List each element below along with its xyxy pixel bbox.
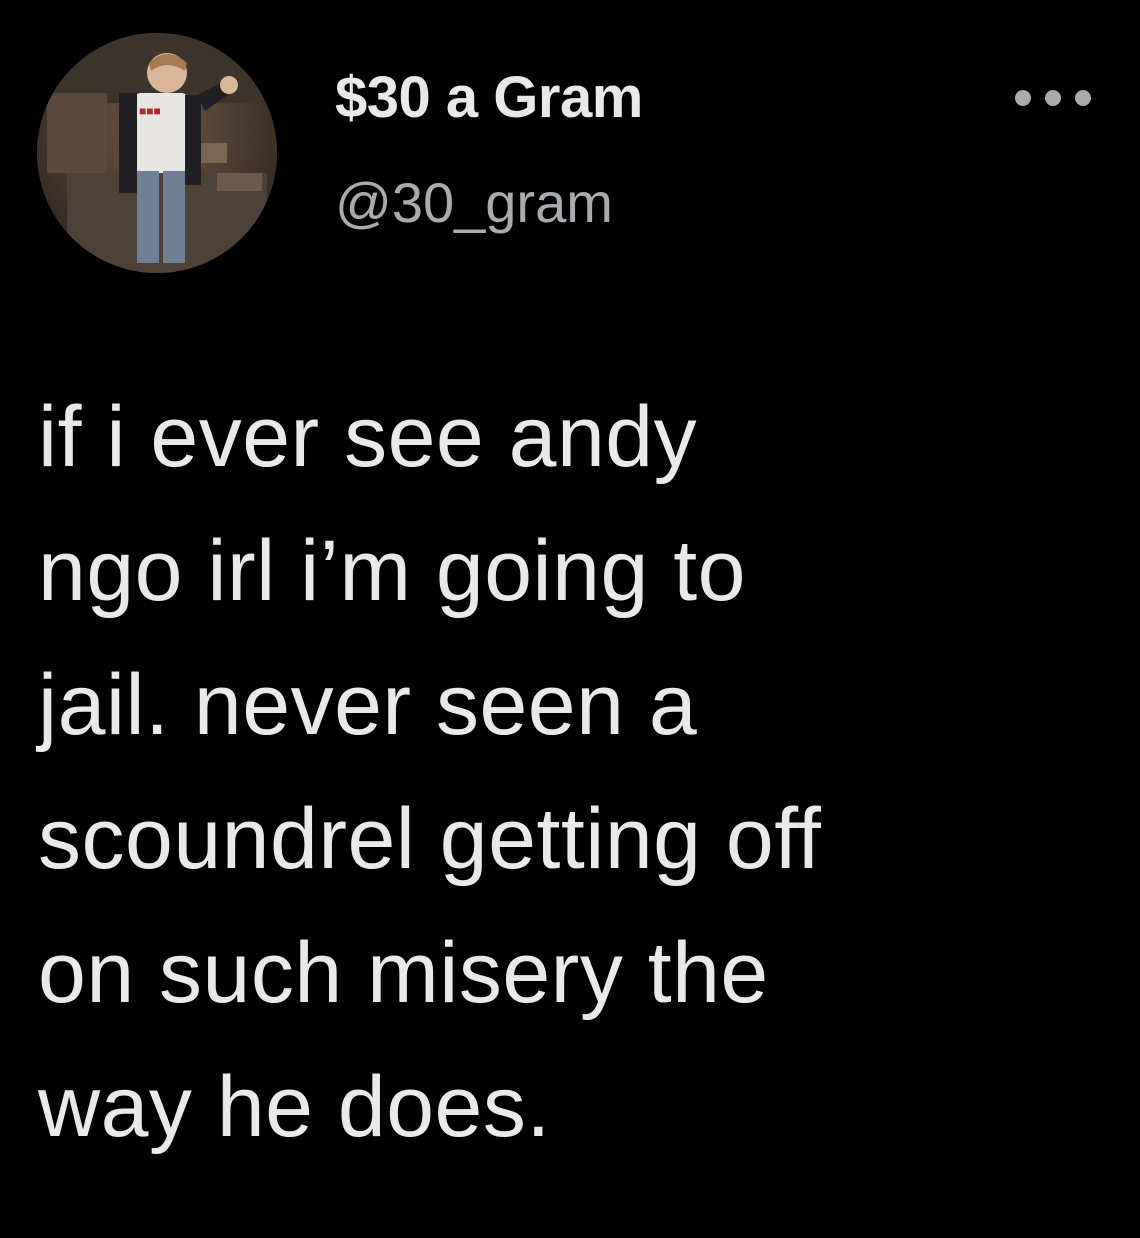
tweet-text-line: if i ever see andy — [38, 389, 698, 485]
tweet-text-line: scoundrel getting off — [38, 791, 822, 887]
avatar-photo: ■■■ — [37, 33, 277, 273]
svg-text:■■■: ■■■ — [139, 104, 161, 118]
avatar[interactable]: ■■■ — [37, 33, 277, 273]
tweet-text-line: way he does. — [38, 1059, 551, 1155]
tweet: ■■■ $30 a Gram @30_gram if i ever see an… — [0, 0, 1140, 1238]
author-display-name[interactable]: $30 a Gram — [335, 62, 643, 134]
tweet-text-line: jail. never seen a — [38, 657, 698, 753]
more-options-icon — [1015, 90, 1091, 106]
tweet-text-line: ngo irl i’m going to — [38, 523, 746, 619]
more-options-button[interactable] — [1008, 78, 1098, 118]
tweet-text: if i ever see andy ngo irl i’m going to … — [38, 370, 1118, 1174]
author-handle[interactable]: @30_gram — [335, 168, 613, 238]
tweet-text-line: on such misery the — [38, 925, 769, 1021]
